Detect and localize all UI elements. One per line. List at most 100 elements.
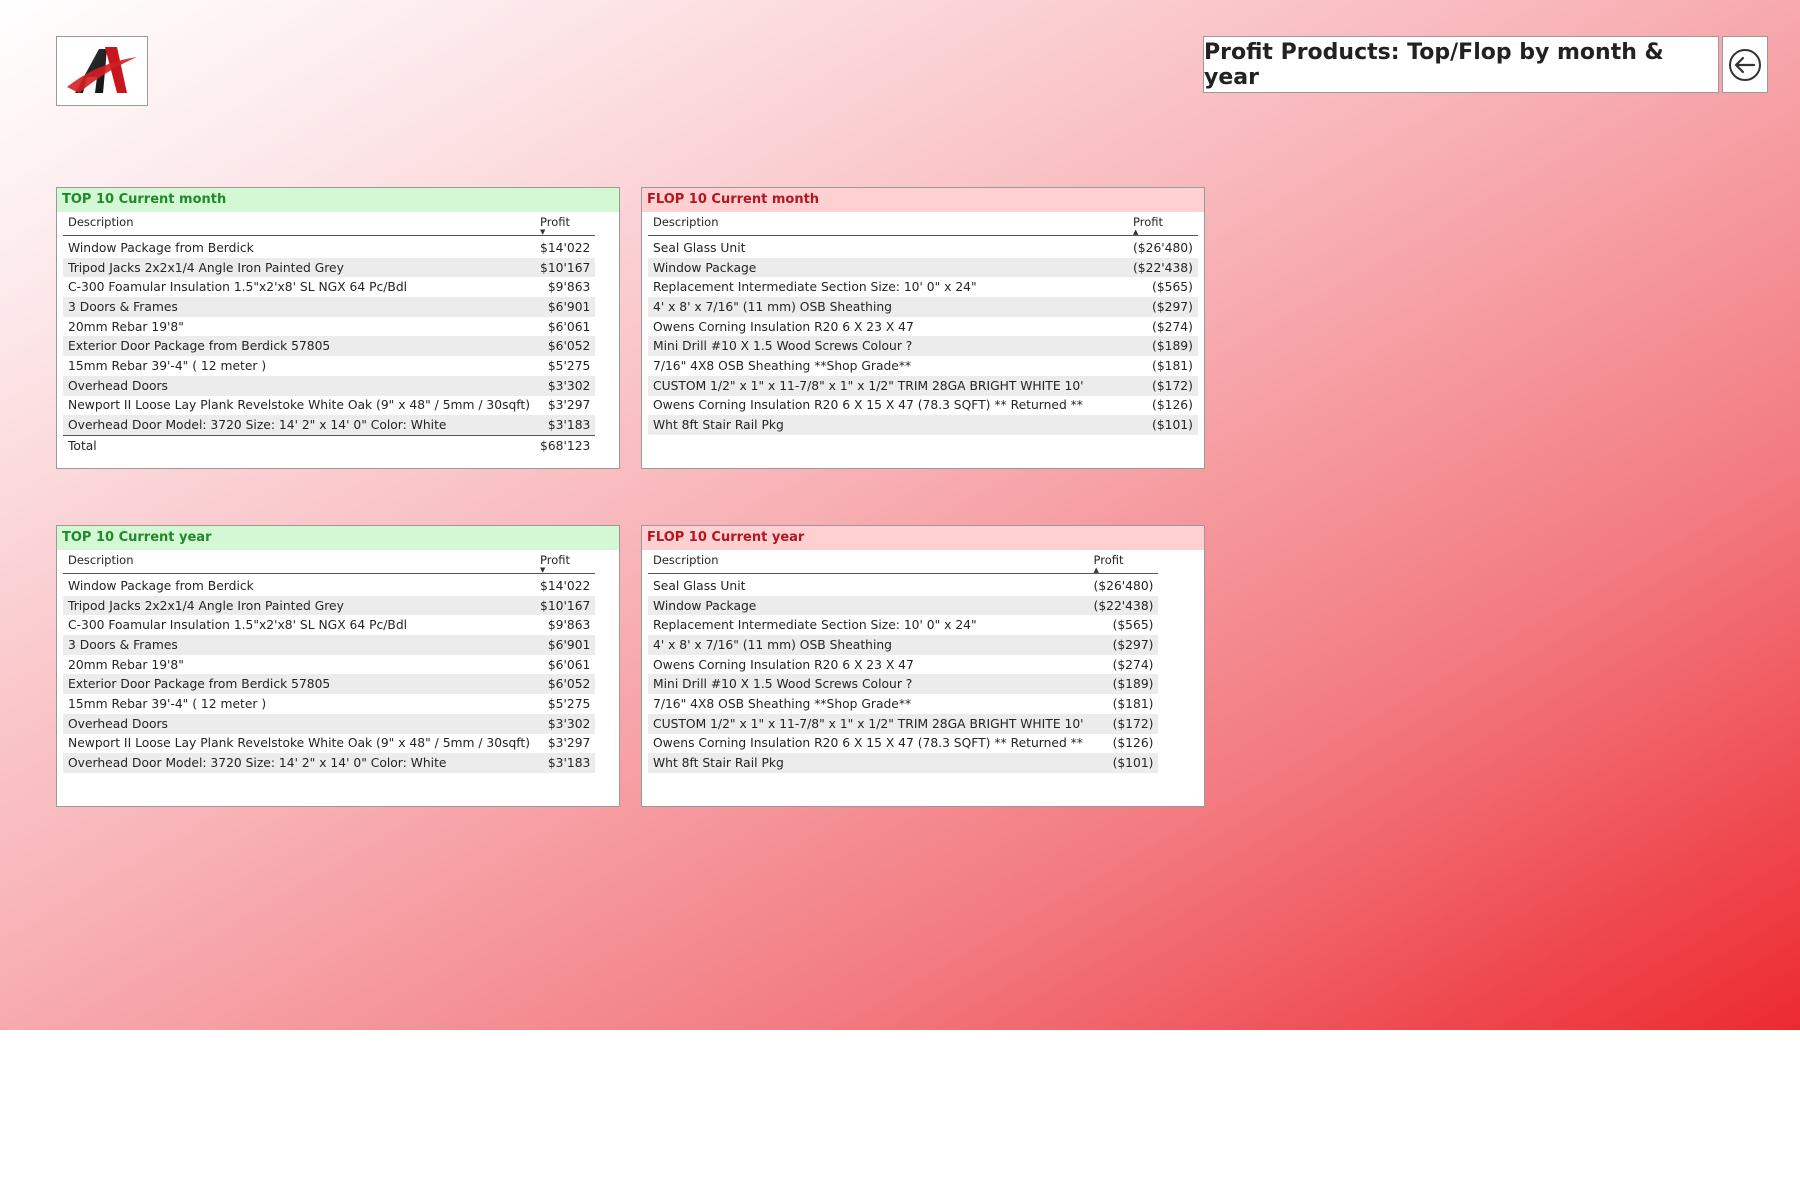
table-row[interactable]: 20mm Rebar 19'8" $6'061 [63,655,595,675]
top-month-table: Description Profit ▼ Window Package from … [63,214,596,456]
table-row[interactable]: Tripod Jacks 2x2x1/4 Angle Iron Painted … [63,595,596,616]
row-description: 3 Doors & Frames [63,297,536,317]
row-description: Mini Drill #10 X 1.5 Wood Screws Colour … [648,674,1089,695]
row-description: Newport II Loose Lay Plank Revelstoke Wh… [68,736,531,751]
row-profit: $14'022 [540,578,591,593]
row-profit: ($189) [1088,674,1159,695]
table-row[interactable]: Wht 8ft Stair Rail Pkg ($101) [648,415,1198,435]
table-row[interactable]: Window Package ($22'438) [648,595,1159,616]
row-description: C-300 Foamular Insulation 1.5"x2'x8' SL … [68,618,408,633]
table-row[interactable]: C-300 Foamular Insulation 1.5"x2'x8' SL … [63,277,595,297]
table-row[interactable]: Window Package ($22'438) [648,257,1198,278]
table-row[interactable]: CUSTOM 1/2" x 1" x 11-7/8" x 1" x 1/2" T… [648,375,1198,396]
row-description: Owens Corning Insulation R20 6 X 23 X 47 [653,657,914,672]
table-row[interactable]: Overhead Door Model: 3720 Size: 14' 2" x… [63,753,596,773]
row-profit: ($26'480) [1133,240,1193,255]
row-description: 3 Doors & Frames [63,635,536,655]
table-row[interactable]: Owens Corning Insulation R20 6 X 15 X 47… [648,734,1158,754]
column-header-profit[interactable]: Profit ▼ [535,552,596,574]
total-value: $68'123 [535,434,596,456]
table-row[interactable]: 7/16" 4X8 OSB Sheathing **Shop Grade** ($… [648,694,1158,714]
table-row[interactable]: Mini Drill #10 X 1.5 Wood Screws Colour … [648,336,1198,357]
table-row[interactable]: Newport II Loose Lay Plank Revelstoke Wh… [63,734,595,754]
table-row[interactable]: Replacement Intermediate Section Size: 1… [648,615,1158,635]
table-row[interactable]: Mini Drill #10 X 1.5 Wood Screws Colour … [648,674,1159,695]
row-profit: $6'061 [547,657,591,672]
panel-top-year: TOP 10 Current year Description Profit ▼ … [56,525,620,807]
table-row[interactable]: Owens Corning Insulation R20 6 X 23 X 47… [648,655,1158,675]
row-description: Mini Drill #10 X 1.5 Wood Screws Colour … [648,336,1128,357]
table-row[interactable]: Seal Glass Unit ($26'480) [648,574,1158,596]
row-description: 15mm Rebar 39'-4" ( 12 meter ) [68,696,267,711]
table-row[interactable]: 15mm Rebar 39'-4" ( 12 meter ) $5'275 [63,356,595,376]
row-profit: $6'901 [535,635,596,655]
table-row[interactable]: 7/16" 4X8 OSB Sheathing **Shop Grade** ($… [648,356,1198,376]
table-row[interactable]: Wht 8ft Stair Rail Pkg ($101) [648,753,1159,773]
row-description: Window Package [648,595,1089,616]
row-description: Tripod Jacks 2x2x1/4 Angle Iron Painted … [63,257,536,278]
row-description: Owens Corning Insulation R20 6 X 15 X 47… [653,398,1083,413]
table-row[interactable]: C-300 Foamular Insulation 1.5"x2'x8' SL … [63,615,595,635]
table-row[interactable]: Tripod Jacks 2x2x1/4 Angle Iron Painted … [63,257,596,278]
row-profit: ($565) [1112,618,1154,633]
table-row[interactable]: Newport II Loose Lay Plank Revelstoke Wh… [63,396,595,416]
row-profit: $9'863 [547,618,591,633]
column-header-description[interactable]: Description [63,552,536,574]
table-row[interactable]: 4' x 8' x 7/16" (11 mm) OSB Sheathing ($2… [648,297,1198,317]
table-row[interactable]: Exterior Door Package from Berdick 57805… [63,674,596,695]
row-description: 15mm Rebar 39'-4" ( 12 meter ) [68,358,267,373]
row-description: 20mm Rebar 19'8" [68,319,184,334]
table-row[interactable]: Window Package from Berdick $14'022 [63,574,595,596]
column-header-profit[interactable]: Profit ▼ [535,214,596,236]
row-profit: $9'863 [547,280,591,295]
row-profit: $5'275 [547,358,591,373]
table-row[interactable]: 20mm Rebar 19'8" $6'061 [63,317,595,337]
row-description: Owens Corning Insulation R20 6 X 15 X 47… [653,736,1083,751]
table-row[interactable]: Overhead Doors $3'302 [63,713,596,734]
table-row[interactable]: Replacement Intermediate Section Size: 1… [648,277,1198,297]
table-row[interactable]: Overhead Door Model: 3720 Size: 14' 2" x… [63,415,596,436]
row-description: Exterior Door Package from Berdick 57805 [63,674,536,695]
sort-asc-icon: ▲ [1093,566,1099,574]
total-row: Total $68'123 [63,434,596,456]
column-header-description[interactable]: Description [648,214,1128,236]
column-header-description[interactable]: Description [648,552,1089,574]
row-profit: ($101) [1128,415,1198,435]
row-profit: $3'183 [535,415,596,436]
table-row[interactable]: Window Package from Berdick $14'022 [63,236,595,258]
row-description: 4' x 8' x 7/16" (11 mm) OSB Sheathing [648,297,1128,317]
row-description: Seal Glass Unit [653,240,746,255]
table-row[interactable]: Overhead Doors $3'302 [63,375,596,396]
row-profit: ($565) [1152,280,1193,295]
table-row[interactable]: Seal Glass Unit ($26'480) [648,236,1198,258]
row-profit: $6'061 [547,319,591,334]
top-year-table: Description Profit ▼ Window Package from … [63,552,596,773]
row-profit: ($22'438) [1088,595,1159,616]
row-description: CUSTOM 1/2" x 1" x 11-7/8" x 1" x 1/2" T… [648,375,1128,396]
row-description: Owens Corning Insulation R20 6 X 23 X 47 [653,319,914,334]
row-description: CUSTOM 1/2" x 1" x 11-7/8" x 1" x 1/2" T… [648,713,1089,734]
row-profit: $10'167 [535,595,596,616]
table-row[interactable]: 3 Doors & Frames $6'901 [63,635,596,655]
row-description: 7/16" 4X8 OSB Sheathing **Shop Grade** [653,358,912,373]
row-description: Overhead Door Model: 3720 Size: 14' 2" x… [63,415,536,436]
table-row[interactable]: 4' x 8' x 7/16" (11 mm) OSB Sheathing ($2… [648,635,1159,655]
column-header-profit[interactable]: Profit ▲ [1128,214,1198,236]
row-profit: $6'901 [535,297,596,317]
table-row[interactable]: 3 Doors & Frames $6'901 [63,297,596,317]
table-row[interactable]: Owens Corning Insulation R20 6 X 23 X 47… [648,317,1198,337]
table-row[interactable]: Owens Corning Insulation R20 6 X 15 X 47… [648,396,1198,416]
table-row[interactable]: Exterior Door Package from Berdick 57805… [63,336,596,357]
table-row[interactable]: 15mm Rebar 39'-4" ( 12 meter ) $5'275 [63,694,595,714]
column-header-profit[interactable]: Profit ▲ [1088,552,1159,574]
table-row[interactable]: CUSTOM 1/2" x 1" x 11-7/8" x 1" x 1/2" T… [648,713,1159,734]
row-profit: $3'183 [535,753,596,773]
row-description: Wht 8ft Stair Rail Pkg [648,415,1128,435]
column-header-description[interactable]: Description [63,214,536,236]
back-button[interactable] [1722,36,1768,93]
panel-flop-month: FLOP 10 Current month Description Profit… [641,187,1205,469]
row-description: Window Package from Berdick [68,578,254,593]
row-description: Exterior Door Package from Berdick 57805 [63,336,536,357]
row-description: Seal Glass Unit [653,578,746,593]
total-label: Total [63,434,536,456]
